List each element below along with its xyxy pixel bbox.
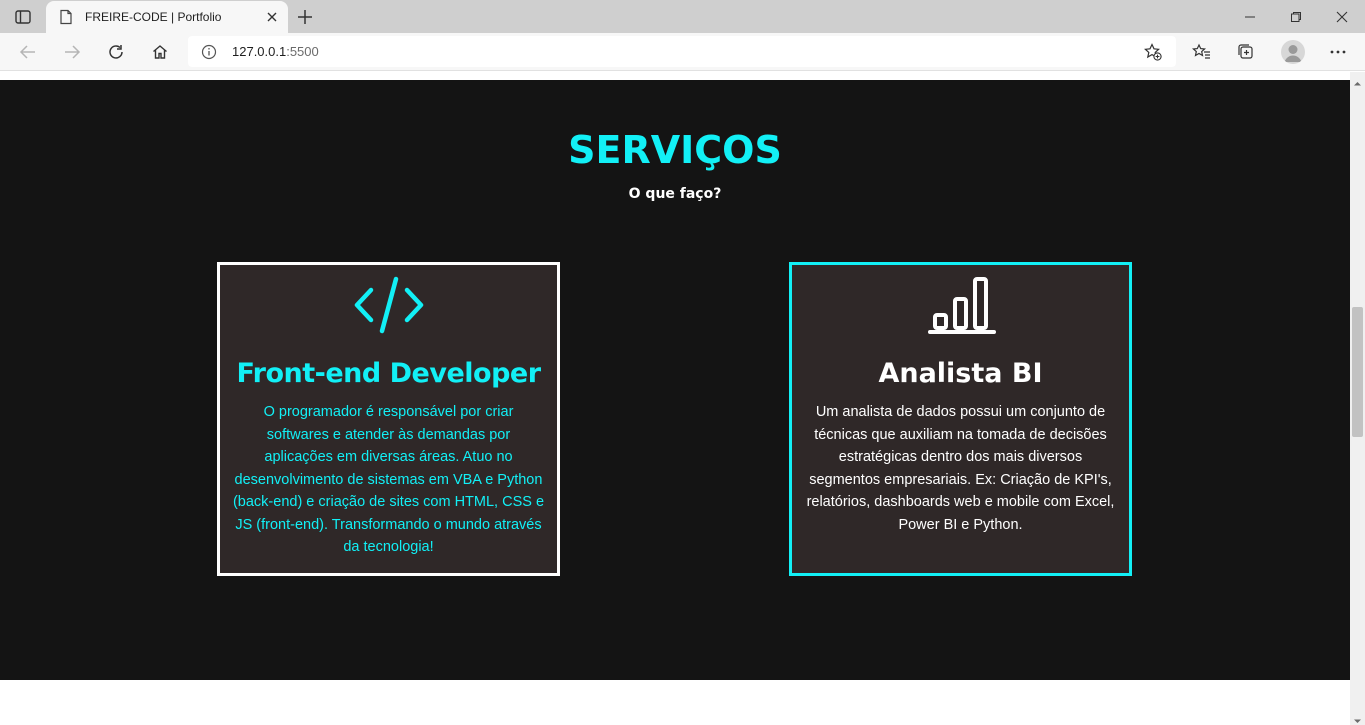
browser-toolbar: 127.0.0.1:5500 <box>0 33 1365 71</box>
close-window-icon[interactable] <box>1319 0 1365 33</box>
profile-avatar-icon[interactable] <box>1281 40 1305 64</box>
browser-tab[interactable]: FREIRE-CODE | Portfolio <box>46 1 288 33</box>
scroll-up-icon[interactable] <box>1353 75 1362 86</box>
url-text: 127.0.0.1:5500 <box>232 44 319 59</box>
code-icon <box>220 273 557 339</box>
new-tab-icon[interactable] <box>295 7 315 27</box>
page-favicon-icon <box>58 9 74 25</box>
url-port: :5500 <box>286 44 319 59</box>
site-info-icon[interactable] <box>201 44 217 60</box>
service-card-bi: Analista BI Um analista de dados possui … <box>789 262 1132 576</box>
next-section-strip <box>0 680 1350 725</box>
scroll-down-icon[interactable] <box>1353 713 1362 723</box>
back-arrow-icon[interactable] <box>15 40 41 64</box>
section-subtitle: O que faço? <box>628 186 722 202</box>
bar-chart-icon <box>792 273 1129 339</box>
favorites-icon[interactable] <box>1189 40 1215 64</box>
card-description: Um analista de dados possui um conjunto … <box>806 404 1115 533</box>
tab-actions-icon[interactable] <box>10 7 36 27</box>
card-title: Front-end Developer <box>236 358 541 389</box>
url-host: 127.0.0.1 <box>232 44 287 59</box>
more-options-icon[interactable] <box>1325 40 1351 64</box>
section-title: SERVIÇOS <box>568 128 782 172</box>
collections-icon[interactable] <box>1233 40 1259 64</box>
card-title: Analista BI <box>878 358 1043 389</box>
card-description: O programador é responsável por criar so… <box>232 404 545 555</box>
service-card-frontend: Front-end Developer O programador é resp… <box>217 262 560 576</box>
minimize-icon[interactable] <box>1227 0 1273 33</box>
scrollbar-thumb[interactable] <box>1352 307 1363 437</box>
tab-title: FREIRE-CODE | Portfolio <box>85 10 222 24</box>
services-section: SERVIÇOS O que faço? Front-end Developer… <box>0 80 1350 680</box>
close-tab-icon[interactable] <box>264 9 280 25</box>
forward-arrow-icon[interactable] <box>59 40 85 64</box>
page-top-strip <box>0 72 1350 80</box>
home-icon[interactable] <box>147 40 173 64</box>
refresh-icon[interactable] <box>103 40 129 64</box>
add-favorite-icon[interactable] <box>1143 42 1163 62</box>
tab-strip: FREIRE-CODE | Portfolio <box>0 0 1365 33</box>
address-bar[interactable]: 127.0.0.1:5500 <box>188 36 1176 67</box>
restore-icon[interactable] <box>1273 0 1319 33</box>
